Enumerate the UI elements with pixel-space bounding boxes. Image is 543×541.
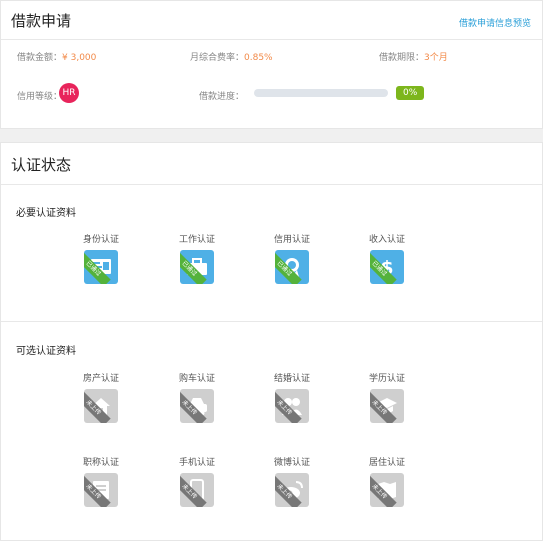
monthly-rate-row: 月综合费率：0.85% (190, 50, 273, 63)
loan-preview-link[interactable]: 借款申请信息预览 (459, 16, 531, 29)
required-section-title: 必要认证资料 (16, 208, 76, 219)
required-cert-item[interactable]: 工作认证 已通过 (167, 234, 227, 284)
cert-item-label: 结婚认证 (273, 374, 310, 384)
briefcase-icon: 已通过 (180, 250, 214, 284)
section-divider (1, 321, 542, 322)
weibo-icon: 未上传 (275, 473, 309, 507)
cert-item-label: 身份认证 (82, 235, 119, 245)
cert-item-label: 手机认证 (178, 458, 215, 468)
cert-item-label: 购车认证 (178, 374, 215, 384)
car-icon: 未上传 (180, 389, 214, 423)
loan-amount-value: ¥ 3,000 (62, 53, 97, 63)
credit-medal-icon: 已通过 (275, 250, 309, 284)
optional-cert-item[interactable]: 手机认证 未上传 (167, 457, 227, 507)
graduation-cap-icon: 未上传 (370, 389, 404, 423)
optional-cert-item[interactable]: 居住认证 未上传 (357, 457, 417, 507)
cert-item-label: 学历认证 (368, 374, 405, 384)
optional-cert-item[interactable]: 购车认证 未上传 (167, 373, 227, 423)
loan-term-label: 借款期限： (379, 53, 425, 63)
loan-progress-bar (254, 89, 388, 97)
loan-panel-header: 借款申请 借款申请信息预览 (1, 1, 542, 40)
loan-application-panel: 借款申请 借款申请信息预览 借款金额：¥ 3,000 月综合费率：0.85% 借… (0, 0, 543, 129)
loan-progress-label: 借款进度： (199, 92, 245, 102)
dollar-icon: $ 已通过 (370, 250, 404, 284)
optional-cert-item[interactable]: 结婚认证 未上传 (262, 373, 322, 423)
loan-term-row: 借款期限：3个月 (379, 50, 448, 63)
cert-item-label: 工作认证 (178, 235, 215, 245)
optional-cert-item[interactable]: 职称认证 未上传 (71, 457, 131, 507)
house-icon: 未上传 (84, 389, 118, 423)
monthly-rate-value: 0.85% (244, 53, 273, 63)
certification-title: 认证状态 (11, 156, 72, 174)
loan-progress-percent: 0% (396, 86, 425, 100)
certification-panel: 认证状态 必要认证资料 身份认证 已通过 工作认证 已通过 信用认证 已通过 收入认证 $ 已通… (0, 142, 543, 541)
credit-level-badge: HR (59, 83, 79, 103)
loan-term-value: 3个月 (424, 53, 448, 63)
certification-header: 认证状态 (1, 143, 542, 185)
cert-item-label: 信用认证 (273, 235, 310, 245)
cert-item-label: 居住认证 (368, 458, 405, 468)
optional-section-title: 可选认证资料 (16, 346, 76, 357)
phone-icon: 未上传 (180, 473, 214, 507)
credit-level-label: 信用等级： (17, 92, 63, 102)
couple-icon: 未上传 (275, 389, 309, 423)
loan-amount-row: 借款金额：¥ 3,000 (17, 50, 96, 63)
loan-panel-title: 借款申请 (11, 12, 72, 30)
optional-cert-item[interactable]: 房产认证 未上传 (71, 373, 131, 423)
certificate-icon: 未上传 (84, 473, 118, 507)
required-cert-item[interactable]: 身份认证 已通过 (71, 234, 131, 284)
cert-item-label: 收入认证 (368, 235, 405, 245)
required-cert-item[interactable]: 收入认证 $ 已通过 (357, 234, 417, 284)
loan-amount-label: 借款金额： (17, 53, 63, 63)
optional-cert-item[interactable]: 微博认证 未上传 (262, 457, 322, 507)
monthly-rate-label: 月综合费率： (190, 53, 245, 63)
optional-cert-item[interactable]: 学历认证 未上传 (357, 373, 417, 423)
id-card-icon: 已通过 (84, 250, 118, 284)
cert-item-label: 房产认证 (82, 374, 119, 384)
map-icon: 未上传 (370, 473, 404, 507)
cert-item-label: 微博认证 (273, 458, 310, 468)
cert-item-label: 职称认证 (82, 458, 119, 468)
required-cert-item[interactable]: 信用认证 已通过 (262, 234, 322, 284)
